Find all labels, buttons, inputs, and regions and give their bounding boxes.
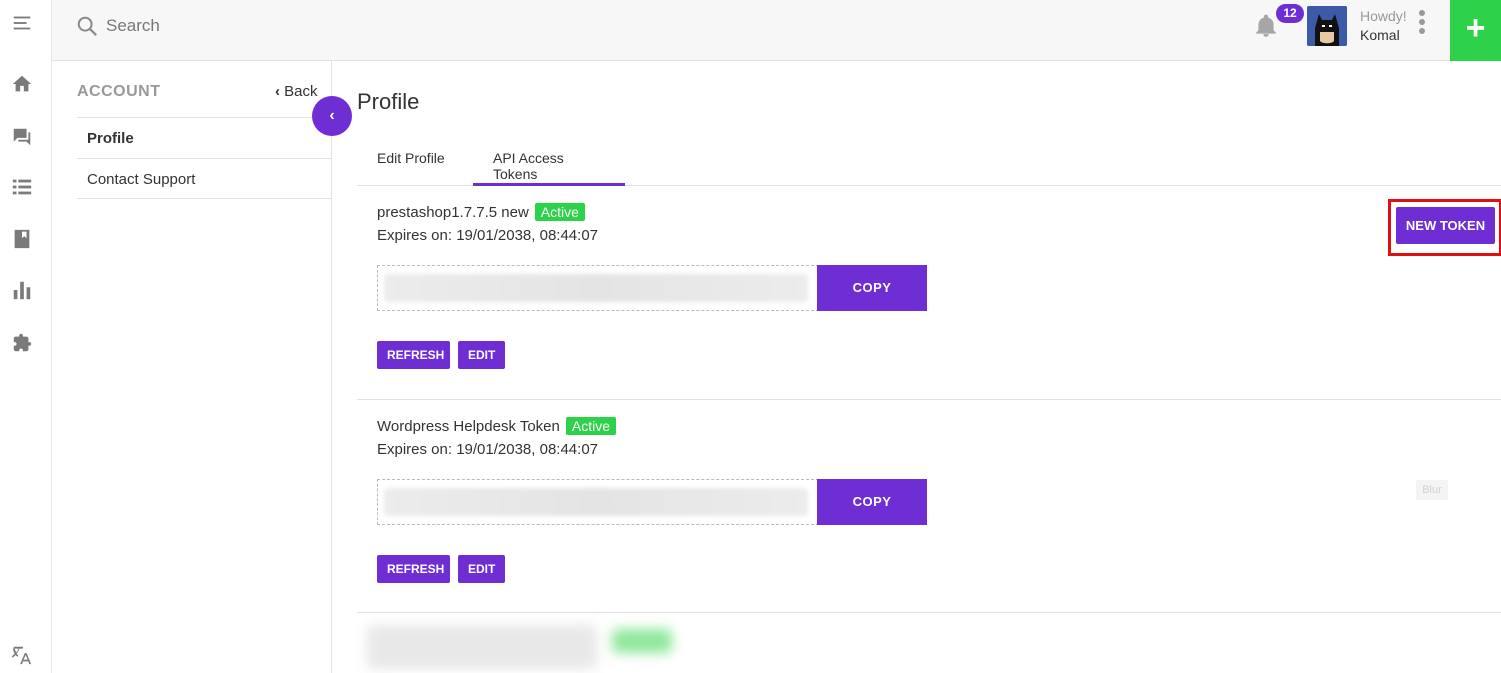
tab-api-access-tokens[interactable]: API Access Tokens <box>473 141 625 186</box>
blur-label: Blur <box>1416 480 1448 500</box>
book-icon[interactable] <box>11 228 33 250</box>
main-content: Profile Edit Profile API Access Tokens p… <box>332 61 1501 673</box>
chart-icon[interactable] <box>11 279 33 301</box>
notification-count-badge: 12 <box>1276 4 1304 23</box>
top-bar: 12 Howdy! Komal + <box>52 0 1501 61</box>
tab-edit-profile[interactable]: Edit Profile <box>357 141 474 186</box>
account-title: ACCOUNT <box>77 83 161 100</box>
list-icon[interactable] <box>11 176 33 198</box>
copy-button[interactable]: COPY <box>817 479 927 525</box>
token-name-row: prestashop1.7.7.5 new Active <box>377 203 585 221</box>
refresh-button[interactable]: REFRESH <box>377 555 450 583</box>
new-token-button[interactable]: NEW TOKEN <box>1396 207 1495 244</box>
back-link[interactable]: ‹ Back <box>275 83 318 100</box>
token-name: Wordpress Helpdesk Token <box>377 418 560 435</box>
copy-button[interactable]: COPY <box>817 265 927 311</box>
blurred-token-row <box>367 623 687 669</box>
translate-icon[interactable] <box>11 644 33 666</box>
edit-button[interactable]: EDIT <box>458 555 505 583</box>
tabs: Edit Profile API Access Tokens <box>357 141 1501 186</box>
chevron-left-icon: ‹ <box>329 107 335 124</box>
back-label: Back <box>284 83 318 100</box>
chat-icon[interactable] <box>11 126 33 148</box>
page-title: Profile <box>357 89 420 114</box>
greeting-text: Howdy! <box>1360 8 1407 24</box>
status-badge: Active <box>565 417 616 435</box>
search-input[interactable] <box>106 14 506 38</box>
menu-item-profile[interactable]: Profile <box>77 117 332 158</box>
search-icon <box>77 16 97 36</box>
token-value-field[interactable] <box>377 265 819 311</box>
token-expiry: Expires on: 19/01/2038, 08:44:07 <box>377 441 599 458</box>
collapse-panel-button[interactable]: ‹ <box>312 96 352 136</box>
token-name-row: Wordpress Helpdesk Token Active <box>377 417 616 435</box>
token-card: prestashop1.7.7.5 new Active Expires on: … <box>357 186 1501 400</box>
avatar[interactable] <box>1307 6 1347 46</box>
puzzle-icon[interactable] <box>11 332 33 354</box>
token-expiry: Expires on: 19/01/2038, 08:44:07 <box>377 227 599 244</box>
account-panel: ACCOUNT ‹ Back Profile Contact Support <box>52 61 332 673</box>
menu-item-contact-support[interactable]: Contact Support <box>77 158 332 199</box>
left-rail <box>0 0 52 673</box>
user-name: Komal <box>1360 27 1400 43</box>
token-card: Wordpress Helpdesk Token Active Expires o… <box>357 400 1501 613</box>
home-icon[interactable] <box>11 73 33 95</box>
refresh-button[interactable]: REFRESH <box>377 341 450 369</box>
token-value-field[interactable] <box>377 479 819 525</box>
kebab-menu-icon[interactable] <box>1412 10 1432 40</box>
token-name: prestashop1.7.7.5 new <box>377 204 529 221</box>
status-badge: Active <box>534 203 585 221</box>
chevron-left-icon: ‹ <box>275 83 280 100</box>
edit-button[interactable]: EDIT <box>458 341 505 369</box>
add-button[interactable]: + <box>1450 0 1501 61</box>
menu-icon[interactable] <box>11 12 33 34</box>
account-menu: Profile Contact Support <box>77 117 332 199</box>
new-token-highlight: NEW TOKEN <box>1388 199 1501 256</box>
